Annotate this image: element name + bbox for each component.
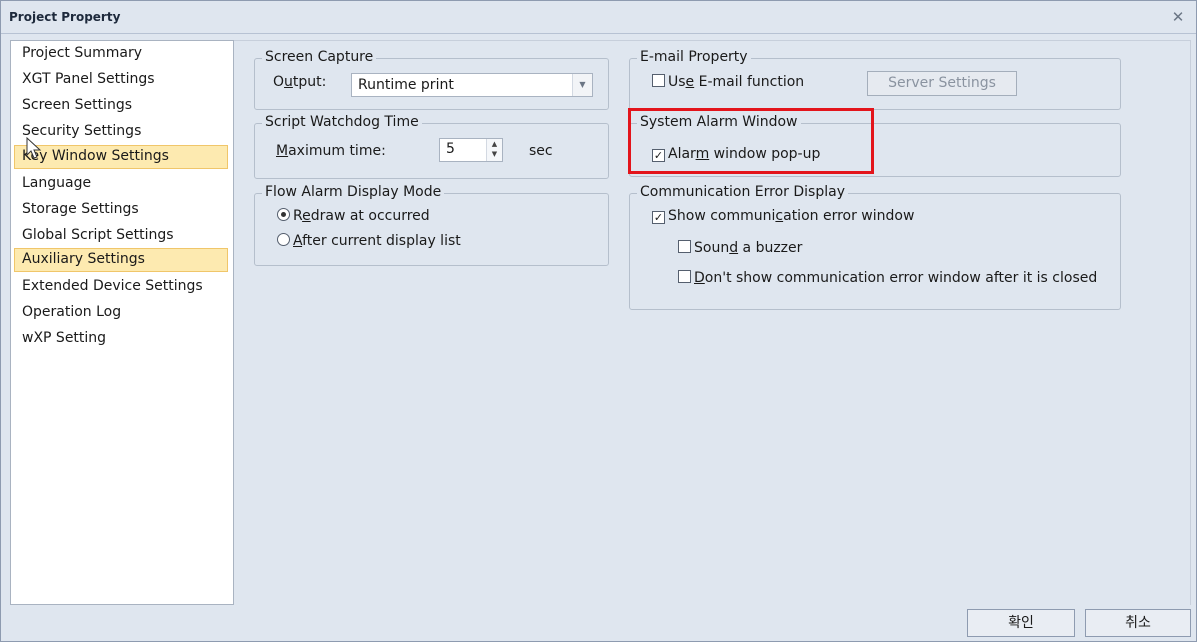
nav-item-auxiliary-settings[interactable]: Auxiliary Settings — [14, 248, 228, 272]
settings-panel: Screen Capture Output: Runtime print ▼ S… — [234, 40, 1191, 605]
close-icon[interactable]: ✕ — [1168, 7, 1188, 27]
dont-show-after-closed-checkbox[interactable]: Don't show communication error window af… — [678, 270, 1097, 288]
sound-buzzer-checkbox[interactable]: Sound a buzzer — [678, 240, 802, 258]
screen-capture-title: Screen Capture — [262, 49, 377, 65]
flow-alarm-title: Flow Alarm Display Mode — [262, 184, 445, 200]
checkbox-empty-icon — [652, 74, 665, 87]
comm-error-title: Communication Error Display — [637, 184, 848, 200]
sec-unit-label: sec — [529, 143, 553, 159]
output-select-value: Runtime print — [358, 77, 454, 93]
alarm-window-popup-checkbox[interactable]: ✓ Alarm window pop-up — [652, 146, 820, 164]
settings-nav-list[interactable]: Project Summary XGT Panel Settings Scree… — [10, 40, 234, 605]
output-select[interactable]: Runtime print ▼ — [351, 73, 593, 97]
show-comm-error-checkbox[interactable]: ✓ Show communication error window — [652, 208, 914, 226]
maximum-time-value: 5 — [446, 141, 455, 157]
checkbox-checked-icon: ✓ — [652, 149, 665, 162]
dialog-footer: 확인 취소 — [1, 605, 1196, 641]
window-title: Project Property — [9, 10, 121, 24]
after-current-display-list-radio[interactable]: After current display list — [277, 233, 461, 251]
cancel-button[interactable]: 취소 — [1085, 609, 1191, 637]
nav-item-key-window-settings[interactable]: Key Window Settings — [14, 145, 228, 169]
project-property-dialog: Project Property ✕ Project Summary XGT P… — [0, 0, 1197, 642]
checkbox-empty-icon — [678, 240, 691, 253]
spinner-arrows-icon[interactable]: ▲ ▼ — [486, 139, 502, 161]
script-watchdog-title: Script Watchdog Time — [262, 114, 422, 130]
screen-capture-group: Screen Capture Output: Runtime print ▼ — [254, 49, 609, 110]
email-property-group: E-mail Property Use E-mail function Serv… — [629, 49, 1121, 110]
nav-item-operation-log[interactable]: Operation Log — [14, 301, 228, 325]
email-property-title: E-mail Property — [637, 49, 751, 65]
use-email-checkbox[interactable]: Use E-mail function — [652, 74, 804, 92]
nav-item-extended-device-settings[interactable]: Extended Device Settings — [14, 275, 228, 299]
ok-button[interactable]: 확인 — [967, 609, 1075, 637]
radio-unselected-icon — [277, 233, 290, 246]
nav-item-screen-settings[interactable]: Screen Settings — [14, 94, 228, 118]
nav-item-xgt-panel-settings[interactable]: XGT Panel Settings — [14, 68, 228, 92]
nav-item-project-summary[interactable]: Project Summary — [14, 42, 228, 66]
system-alarm-group: System Alarm Window ✓ Alarm window pop-up — [629, 114, 1121, 177]
checkbox-empty-icon — [678, 270, 691, 283]
maximum-time-label: Maximum time: — [276, 143, 386, 159]
checkbox-checked-icon: ✓ — [652, 211, 665, 224]
output-label: Output: — [273, 74, 327, 90]
title-bar: Project Property ✕ — [1, 1, 1196, 34]
nav-item-storage-settings[interactable]: Storage Settings — [14, 198, 228, 222]
nav-item-security-settings[interactable]: Security Settings — [14, 120, 228, 144]
nav-item-global-script-settings[interactable]: Global Script Settings — [14, 224, 228, 248]
redraw-at-occurred-radio[interactable]: Redraw at occurred — [277, 208, 430, 226]
chevron-down-icon[interactable]: ▼ — [572, 74, 592, 96]
maximum-time-stepper[interactable]: 5 ▲ ▼ — [439, 138, 503, 162]
system-alarm-title: System Alarm Window — [637, 114, 801, 130]
script-watchdog-group: Script Watchdog Time Maximum time: 5 ▲ ▼ … — [254, 114, 609, 179]
flow-alarm-group: Flow Alarm Display Mode Redraw at occurr… — [254, 184, 609, 266]
mouse-cursor-icon — [26, 137, 42, 159]
nav-item-language[interactable]: Language — [14, 172, 228, 196]
server-settings-button[interactable]: Server Settings — [867, 71, 1017, 96]
comm-error-group: Communication Error Display ✓ Show commun… — [629, 184, 1121, 310]
radio-selected-icon — [277, 208, 290, 221]
nav-item-wxp-setting[interactable]: wXP Setting — [14, 327, 228, 351]
